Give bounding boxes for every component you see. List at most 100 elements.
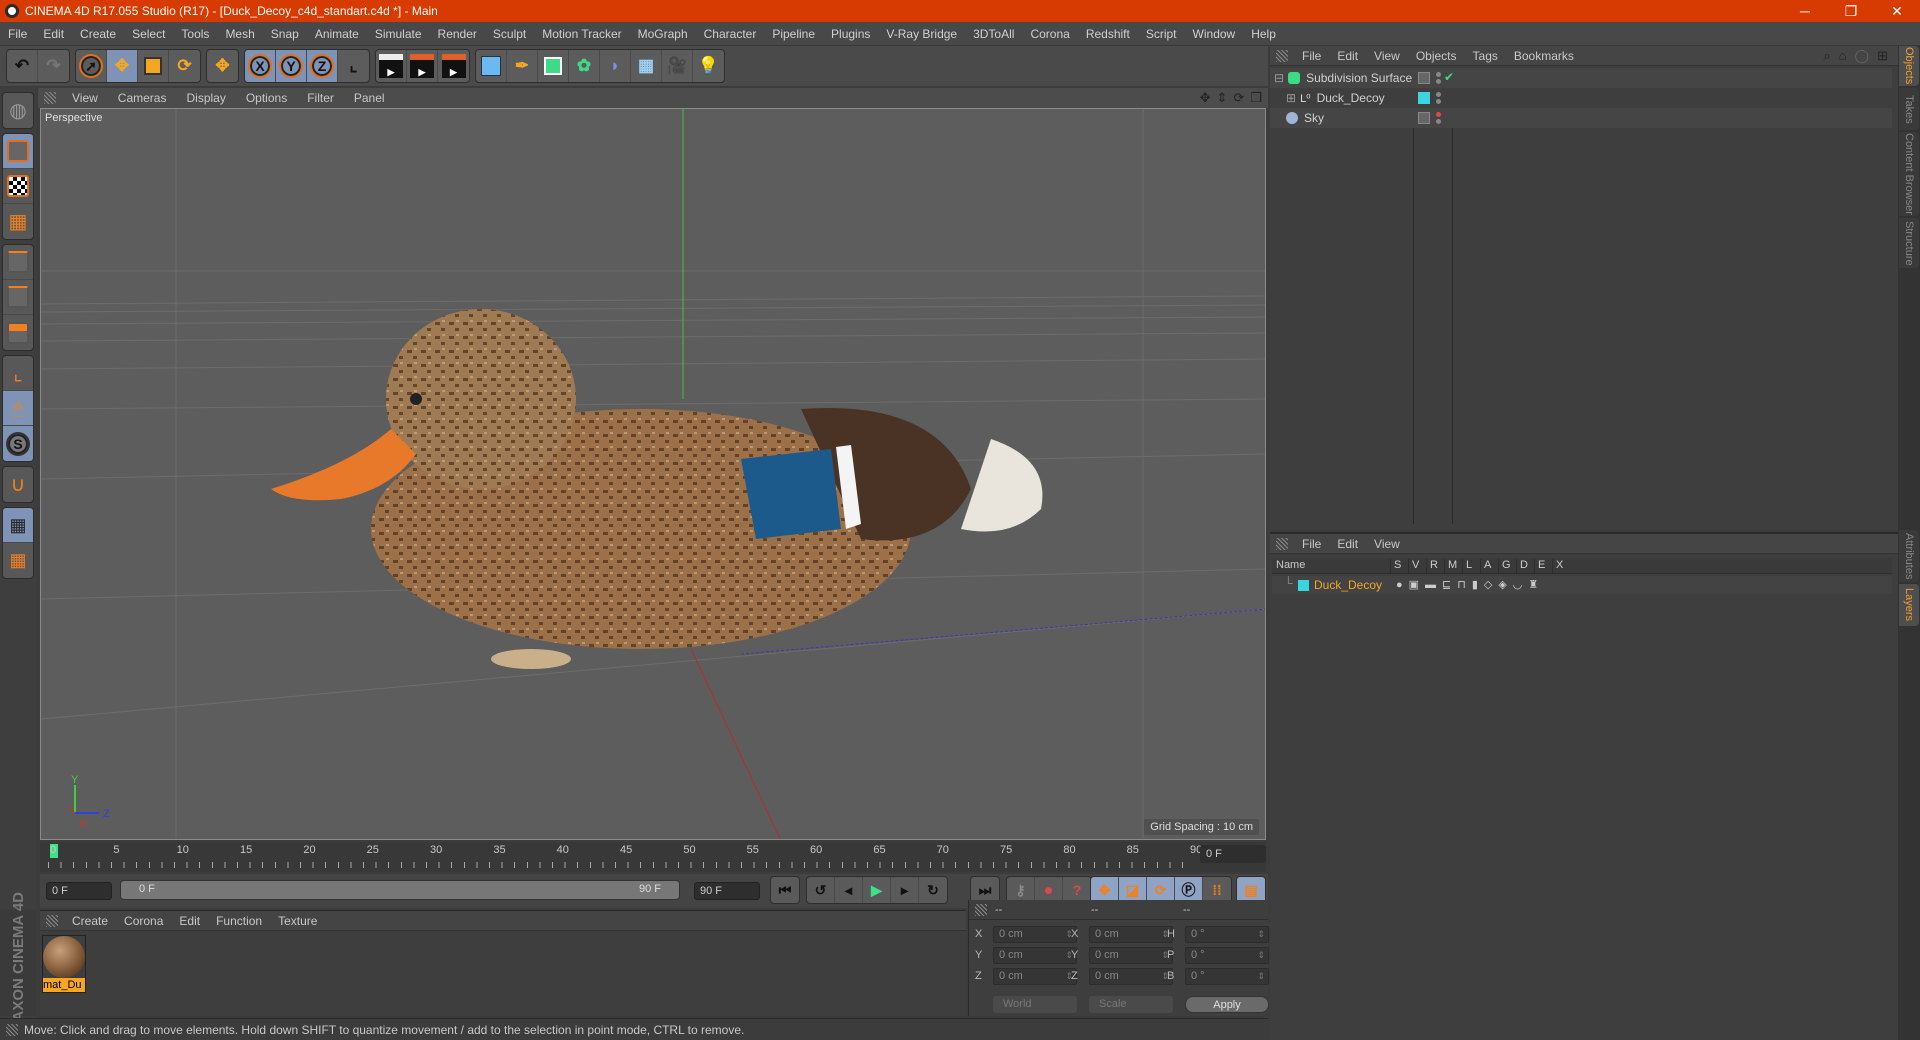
workplane-icon[interactable]: ▦ (3, 204, 33, 239)
rotate-icon[interactable]: ⟳ (169, 50, 200, 82)
coord-field[interactable]: 0 cm (1089, 926, 1173, 943)
layer-menu-view[interactable]: View (1366, 537, 1408, 551)
minimize-button[interactable]: ─ (1782, 0, 1828, 22)
home-icon[interactable]: ⌂ (1839, 48, 1847, 64)
go-to-start-icon[interactable]: ⏮ (771, 877, 799, 903)
duck-model[interactable] (271, 309, 1043, 669)
material-menu-corona[interactable]: Corona (116, 914, 171, 928)
coord-field[interactable]: 0 cm (1089, 947, 1173, 964)
viewport-menu-view[interactable]: View (62, 91, 108, 105)
x-axis-icon[interactable]: X (245, 50, 276, 82)
collapse-icon[interactable]: ⊟ (1274, 71, 1284, 85)
object-menu-objects[interactable]: Objects (1408, 49, 1465, 63)
tab-structure[interactable]: Structure (1899, 218, 1919, 268)
tweak-icon[interactable]: 🖱 (3, 391, 33, 426)
column-x[interactable]: X (1552, 559, 1563, 573)
viewport-menu-cameras[interactable]: Cameras (108, 91, 177, 105)
maximize-icon[interactable]: ❐ (1250, 90, 1262, 106)
render-picture-viewer-icon[interactable]: ▶ (407, 50, 438, 82)
tab-content-browser[interactable]: Content Browser (1899, 132, 1919, 216)
material-menu-function[interactable]: Function (208, 914, 270, 928)
edges-mode-icon[interactable] (3, 280, 33, 315)
coord-field[interactable]: 0 cm (993, 947, 1077, 964)
layer-row-duck-decoy[interactable]: └ Duck_Decoy ●▣▬⊑⊓▮◇◈◡♜ (1272, 576, 1892, 594)
menu-character[interactable]: Character (696, 27, 765, 41)
column-g[interactable]: G (1498, 559, 1511, 573)
material-menu-edit[interactable]: Edit (171, 914, 208, 928)
visibility-dots-icon[interactable] (1436, 70, 1441, 86)
coordinate-system-icon[interactable]: ⌞ (338, 50, 369, 82)
menu-redshift[interactable]: Redshift (1078, 27, 1138, 41)
workplane-rotate-icon[interactable]: ▦ (3, 543, 33, 578)
grip-icon[interactable] (1276, 537, 1288, 550)
z-axis-icon[interactable]: Z (307, 50, 338, 82)
viewport-perspective[interactable]: Y Z X Perspective Grid Spacing : 10 cm (40, 108, 1266, 840)
start-frame-field[interactable]: 0 F (46, 882, 112, 900)
object-menu-tags[interactable]: Tags (1465, 49, 1506, 63)
deformer-icon[interactable]: ◗ (600, 50, 631, 82)
subdivision-icon[interactable] (538, 50, 569, 82)
layer-menu-edit[interactable]: Edit (1329, 537, 1366, 551)
viewport-menu-panel[interactable]: Panel (344, 91, 395, 105)
menu-pipeline[interactable]: Pipeline (764, 27, 823, 41)
coordinate-mode-dropdown[interactable]: Scale (1089, 996, 1173, 1013)
menu-3dtoall[interactable]: 3DToAll (965, 27, 1022, 41)
coord-field[interactable]: 0 ° (1185, 947, 1269, 964)
coord-field[interactable]: 0 cm (1089, 968, 1173, 985)
coord-field[interactable]: 0 cm (993, 926, 1077, 943)
menu-vray-bridge[interactable]: V-Ray Bridge (878, 27, 965, 41)
tab-takes[interactable]: Takes (1899, 88, 1919, 130)
column-s[interactable]: S (1390, 559, 1401, 573)
object-row-sky[interactable]: Sky (1270, 108, 1892, 128)
timeline-ruler[interactable]: 0 5 10 15 20 25 30 35 40 45 50 55 60 65 70 75 80 85 90 (40, 842, 1266, 872)
material-menu-create[interactable]: Create (64, 914, 116, 928)
menu-animate[interactable]: Animate (307, 27, 367, 41)
scale-icon[interactable] (138, 50, 169, 82)
menu-create[interactable]: Create (72, 27, 124, 41)
menu-window[interactable]: Window (1185, 27, 1244, 41)
menu-file[interactable]: File (0, 27, 35, 41)
undo-icon[interactable]: ↶ (7, 50, 38, 82)
make-editable-icon[interactable]: ◍ (3, 93, 33, 128)
current-frame-field[interactable]: 0 F (1200, 845, 1266, 863)
grip-icon[interactable] (975, 903, 987, 916)
grip-icon[interactable] (46, 914, 58, 927)
axis-icon[interactable]: ⌞ (3, 356, 33, 391)
material-item[interactable]: mat_Du (42, 935, 86, 993)
tab-attributes[interactable]: Attributes (1899, 530, 1919, 582)
layer-menu-file[interactable]: File (1294, 537, 1329, 551)
expand-icon[interactable]: ⊞ (1286, 91, 1296, 105)
dolly-icon[interactable]: ⇕ (1217, 90, 1228, 106)
pen-icon[interactable]: ✒ (507, 50, 538, 82)
new-panel-icon[interactable]: ⊞ (1877, 48, 1888, 64)
viewport-menu-filter[interactable]: Filter (297, 91, 344, 105)
camera-icon[interactable]: 🎥 (662, 50, 693, 82)
object-row-subdivision-surface[interactable]: ⊟ Subdivision Surface ✔ (1270, 68, 1892, 88)
cloner-icon[interactable]: ✿ (569, 50, 600, 82)
eye-icon[interactable]: ◯ (1855, 48, 1870, 64)
menu-sculpt[interactable]: Sculpt (485, 27, 534, 41)
grip-icon[interactable] (44, 92, 56, 104)
end-frame-field[interactable]: 90 F (694, 882, 760, 900)
prev-frame-icon[interactable]: ◂ (835, 877, 863, 903)
coord-field[interactable]: 0 ° (1185, 926, 1269, 943)
polygons-mode-icon[interactable] (3, 315, 33, 350)
object-menu-edit[interactable]: Edit (1329, 49, 1366, 63)
tab-layers[interactable]: Layers (1899, 584, 1919, 626)
solo-icon[interactable]: S (3, 426, 33, 461)
coord-field[interactable]: 0 ° (1185, 968, 1269, 985)
light-icon[interactable]: 💡 (693, 50, 724, 82)
close-button[interactable]: ✕ (1874, 0, 1920, 22)
display-tag-icon[interactable] (1418, 72, 1430, 84)
column-m[interactable]: M (1444, 559, 1457, 573)
cube-icon[interactable] (476, 50, 507, 82)
menu-render[interactable]: Render (430, 27, 485, 41)
object-menu-view[interactable]: View (1366, 49, 1408, 63)
layer-color-icon[interactable] (1298, 580, 1309, 591)
recent-tool-icon[interactable]: ✥ (207, 50, 238, 82)
column-v[interactable]: V (1408, 559, 1419, 573)
layer-toggles[interactable]: ●▣▬⊑⊓▮◇◈◡♜ (1396, 578, 1544, 591)
object-row-duck-decoy[interactable]: ⊞ L⁰ Duck_Decoy (1270, 88, 1892, 108)
move-icon[interactable]: ✥ (107, 50, 138, 82)
column-name[interactable]: Name (1276, 559, 1305, 571)
